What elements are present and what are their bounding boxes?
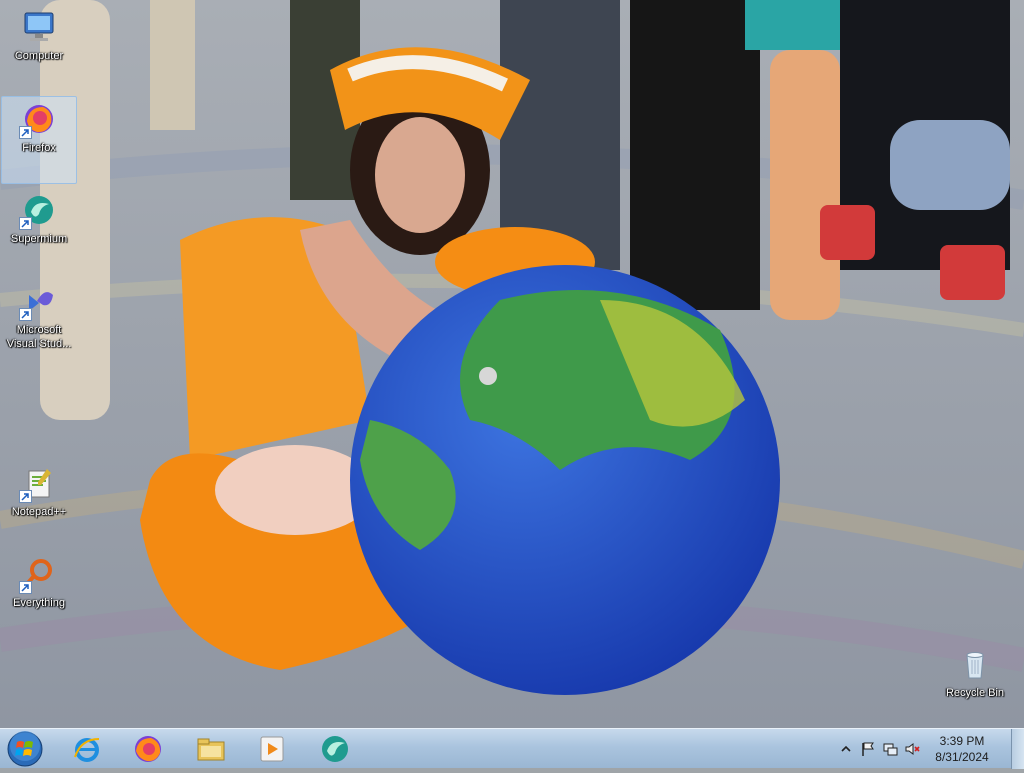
taskbar-clock[interactable]: 3:39 PM 8/31/2024 (929, 733, 995, 765)
desktop-icon-label: Recycle Bin (945, 687, 1005, 699)
media-player-icon (260, 736, 284, 762)
shortcut-arrow-icon (19, 126, 32, 139)
taskbar-internet-explorer[interactable] (60, 731, 114, 767)
shortcut-arrow-icon (19, 490, 32, 503)
desktop-icon-notepadpp[interactable]: Notepad++ (1, 460, 77, 548)
clock-date: 8/31/2024 (935, 750, 989, 764)
network-icon[interactable] (882, 741, 898, 757)
supermium-icon (322, 736, 348, 762)
show-desktop-button[interactable] (1011, 729, 1024, 769)
desktop-icon-computer[interactable]: Computer (1, 4, 77, 92)
taskbar: 3:39 PM 8/31/2024 (0, 728, 1024, 769)
file-explorer-icon (197, 738, 225, 761)
windows-logo-icon (7, 731, 43, 767)
taskbar-media-player[interactable] (245, 731, 299, 767)
desktop-icon-label: Everything (13, 597, 65, 609)
notepadpp-icon (19, 465, 57, 503)
action-center-flag-icon[interactable] (860, 741, 876, 757)
computer-icon (21, 9, 57, 45)
desktop-icon-recycle-bin[interactable]: Recycle Bin (937, 641, 1013, 729)
volume-muted-icon[interactable] (904, 741, 920, 757)
desktop-icon-everything[interactable]: Everything (1, 551, 77, 639)
system-tray: 3:39 PM 8/31/2024 (824, 729, 1024, 769)
firefox-icon (135, 736, 161, 762)
show-hidden-icons-chevron[interactable] (838, 741, 854, 757)
desktop-icon-label: Microsoft Visual Stud... (6, 324, 72, 350)
desktop-icon-label: Notepad++ (11, 506, 67, 518)
clock-time: 3:39 PM (939, 734, 985, 748)
firefox-icon (19, 101, 57, 139)
taskbar-supermium[interactable] (308, 731, 362, 767)
visual-studio-icon (19, 283, 57, 321)
taskbar-firefox[interactable] (121, 731, 175, 767)
supermium-icon (19, 192, 57, 230)
desktop-icon-label: Supermium (10, 233, 68, 245)
internet-explorer-icon (74, 738, 100, 762)
recycle-bin-icon (957, 646, 993, 682)
desktop-icon-firefox[interactable]: Firefox (1, 96, 77, 184)
shortcut-arrow-icon (19, 217, 32, 230)
desktop-icon-label: Firefox (22, 142, 56, 154)
desktop-icon-visual-studio[interactable]: Microsoft Visual Stud... (1, 278, 77, 366)
desktop-icon-label: Computer (14, 50, 64, 62)
desktop-icon-supermium[interactable]: Supermium (1, 187, 77, 275)
everything-icon (19, 556, 57, 594)
shortcut-arrow-icon (19, 308, 32, 321)
shortcut-arrow-icon (19, 581, 32, 594)
taskbar-file-explorer[interactable] (184, 731, 238, 767)
desktop-wallpaper (0, 0, 1024, 728)
start-button[interactable] (6, 730, 44, 768)
